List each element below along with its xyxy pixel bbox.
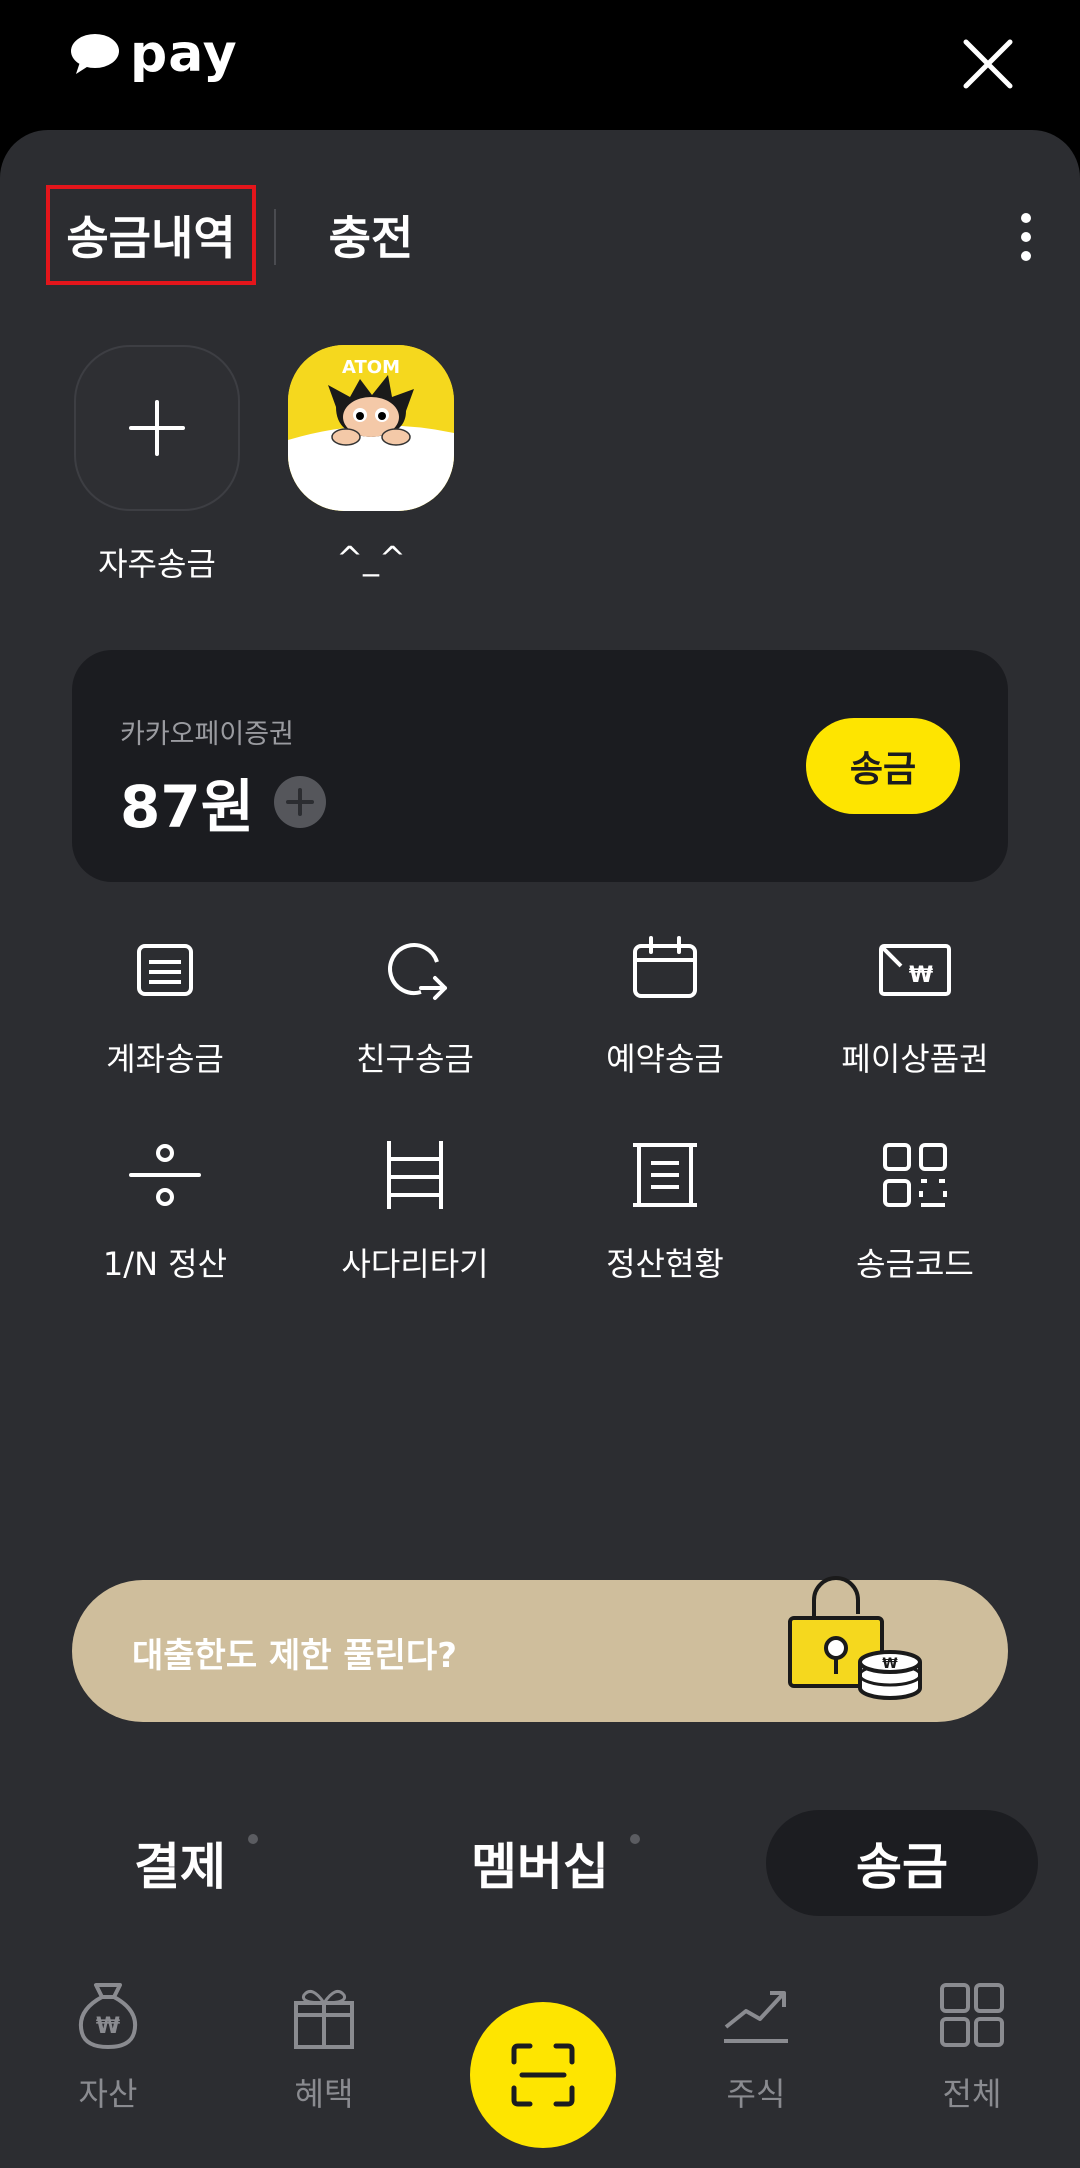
avatar-badge-text: ATOM — [342, 357, 400, 378]
svg-text:₩: ₩ — [909, 963, 933, 988]
nav-assets[interactable]: ₩ 자산 — [28, 1975, 188, 2115]
favorite-add-label: 자주송금 — [98, 545, 216, 583]
nav-stocks[interactable]: 주식 — [676, 1975, 836, 2115]
tab-send-history[interactable]: 송금내역 — [46, 185, 256, 285]
money-bag-icon: ₩ — [79, 1983, 137, 2050]
action-label: 1/N 정산 — [102, 1245, 228, 1283]
more-vertical-icon[interactable] — [1006, 207, 1046, 267]
grid-menu-icon — [940, 1983, 1004, 2047]
plus-icon — [129, 400, 185, 456]
action-gift-card[interactable]: ₩ 페이상품권 — [790, 930, 1040, 1090]
action-label: 사다리타기 — [341, 1245, 489, 1283]
nav-label: 전체 — [942, 2075, 1002, 2113]
friend-transfer-icon — [388, 943, 447, 1000]
gift-icon — [294, 1989, 354, 2049]
action-label: 친구송금 — [356, 1040, 474, 1078]
segment-membership[interactable]: 멤버십 — [420, 1810, 660, 1916]
split-bill-icon — [129, 1144, 201, 1206]
balance-amount-value: 87원 — [120, 773, 255, 841]
nav-all-menu[interactable]: 전체 — [892, 1975, 1052, 2115]
nav-benefits[interactable]: 혜택 — [244, 1975, 404, 2115]
more-dot — [1021, 251, 1031, 261]
action-transfer-code[interactable]: 송금코드 — [790, 1135, 1040, 1295]
top-bar: pay — [0, 0, 1080, 130]
svg-text:₩: ₩ — [96, 2014, 120, 2039]
more-dot — [1021, 232, 1031, 242]
stock-chart-icon — [724, 1991, 788, 2043]
tab-charge[interactable]: 충전 — [296, 185, 446, 285]
astro-boy-avatar: ATOM — [288, 345, 454, 511]
logo-text: pay — [130, 24, 238, 84]
segment-payment[interactable]: 결제 — [80, 1810, 280, 1916]
favorite-friend[interactable]: ATOM ^_^ — [286, 345, 456, 577]
main-sheet: 송금내역 충전 자주송금 ATOM ^_^ 카카오페이증권 87원 송금 계좌송… — [0, 130, 1080, 2168]
qr-code-icon — [883, 1143, 947, 1207]
plus-circle-icon[interactable] — [274, 776, 327, 828]
padlock-coins-icon: ₩ — [788, 1576, 922, 1700]
favorite-add-circle[interactable] — [74, 345, 240, 511]
account-transfer-icon — [137, 944, 193, 996]
favorite-add[interactable]: 자주송금 — [72, 345, 242, 585]
scan-icon — [511, 2043, 575, 2107]
ladder-icon — [387, 1141, 443, 1209]
balance-card[interactable]: 카카오페이증권 87원 송금 — [72, 650, 1008, 882]
chat-bubble-icon — [71, 34, 119, 74]
receipt-icon — [633, 1143, 697, 1207]
avatar[interactable]: ATOM — [288, 345, 454, 511]
loan-banner[interactable]: 대출한도 제한 풀린다? ₩ — [72, 1576, 1008, 1722]
tab-bar: 송금내역 충전 — [46, 185, 1046, 285]
nav-label: 주식 — [726, 2075, 786, 2113]
action-label: 계좌송금 — [106, 1040, 224, 1078]
tab-divider — [274, 209, 276, 265]
more-dot — [1021, 213, 1031, 223]
action-label: 정산현황 — [606, 1245, 724, 1283]
action-scheduled-transfer[interactable]: 예약송금 — [540, 930, 790, 1090]
action-account-transfer[interactable]: 계좌송금 — [40, 930, 290, 1090]
action-split-bill[interactable]: 1/N 정산 — [40, 1135, 290, 1295]
bottom-nav: ₩ 자산 혜택 주식 전체 — [0, 1975, 1080, 2168]
send-button[interactable]: 송금 — [806, 718, 960, 814]
action-friend-transfer[interactable]: 친구송금 — [290, 930, 540, 1090]
new-badge-dot — [630, 1834, 640, 1844]
nav-label: 자산 — [78, 2075, 138, 2113]
action-label: 페이상품권 — [841, 1040, 989, 1078]
new-badge-dot — [248, 1834, 258, 1844]
balance-account-name: 카카오페이증권 — [120, 719, 294, 750]
svg-text:₩: ₩ — [882, 1656, 898, 1672]
gift-card-icon: ₩ — [879, 944, 951, 996]
action-label: 송금코드 — [856, 1245, 974, 1283]
close-icon[interactable] — [960, 36, 1016, 92]
loan-banner-text: 대출한도 제한 풀린다? — [132, 1636, 457, 1676]
segment-send[interactable]: 송금 — [766, 1810, 1038, 1916]
action-settlement-status[interactable]: 정산현황 — [540, 1135, 790, 1295]
scan-button[interactable] — [470, 2002, 616, 2148]
calendar-icon — [633, 936, 697, 998]
kakaopay-logo: pay — [70, 28, 238, 80]
segment-control: 결제 멤버십 송금 — [0, 1810, 1080, 1920]
action-label: 예약송금 — [606, 1040, 724, 1078]
favorite-friend-label: ^_^ — [336, 539, 406, 577]
balance-amount: 87원 — [120, 760, 327, 844]
nav-label: 혜택 — [294, 2075, 354, 2113]
action-ladder-game[interactable]: 사다리타기 — [290, 1135, 540, 1295]
